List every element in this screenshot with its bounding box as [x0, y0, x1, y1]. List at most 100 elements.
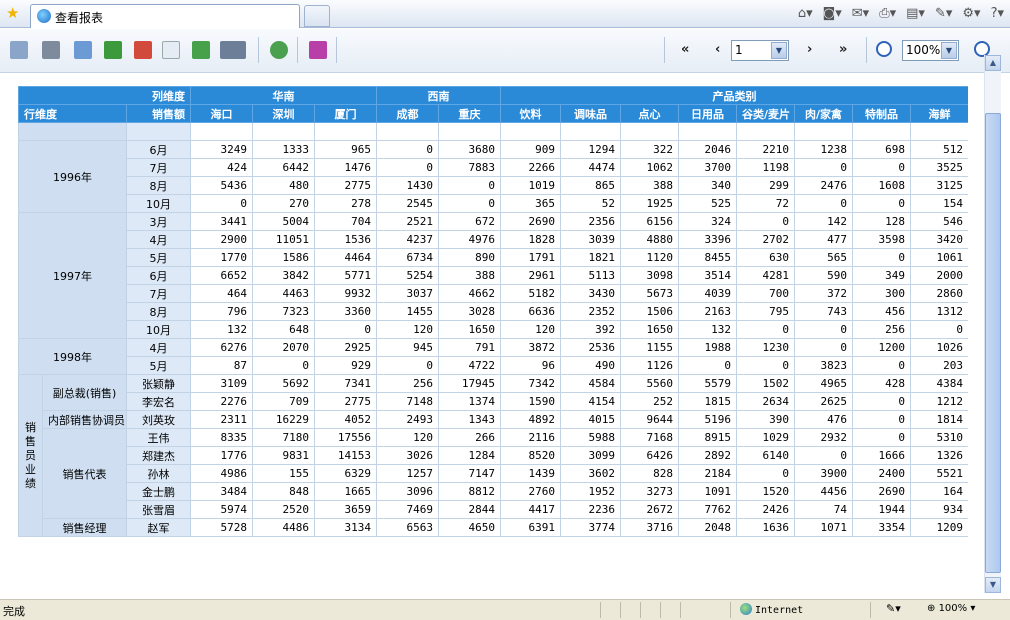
data-cell: 4464	[314, 248, 378, 267]
first-page-button[interactable]: «	[681, 42, 689, 57]
page-select[interactable]: 1 ▼	[731, 40, 789, 61]
data-cell: 1925	[620, 194, 680, 213]
feeds-icon[interactable]: ◙▾	[823, 6, 842, 21]
export-excel-icon[interactable]	[104, 41, 122, 59]
table-row-partial	[18, 122, 968, 141]
data-cell: 3096	[376, 482, 440, 501]
report-scroll-area[interactable]: 列维度 华南 西南 产品类别 行维度 销售额 海口 深圳 厦门 成都 重庆 饮料 调味品 点心 日用品 谷类/…	[18, 86, 968, 599]
refresh-icon[interactable]	[270, 41, 288, 59]
status-zoom-value: 100%	[938, 603, 968, 614]
data-cell: 8455	[678, 248, 738, 267]
group-header: 西南	[376, 86, 502, 105]
data-cell: 5692	[252, 374, 316, 393]
prev-page-button[interactable]: ‹	[715, 42, 720, 57]
new-tab-button[interactable]	[304, 5, 330, 27]
protected-mode-icon[interactable]: ✎▾	[886, 602, 901, 615]
data-cell: 3872	[500, 338, 562, 357]
vertical-scrollbar[interactable]: ▲ ▼	[984, 55, 1001, 593]
data-cell: 795	[736, 302, 796, 321]
export-pdf-icon[interactable]	[134, 41, 152, 59]
table-row: 销售经理 赵军 5728 4486 3134 6563 4650 6391 3774 3716 20…	[19, 518, 968, 537]
scroll-down-icon[interactable]: ▼	[985, 577, 1001, 593]
data-cell	[190, 122, 254, 141]
data-cell: 476	[794, 410, 854, 429]
data-cell: 2690	[852, 482, 912, 501]
scroll-thumb[interactable]	[985, 113, 1001, 573]
print-icon[interactable]: ⎙▾	[879, 6, 896, 21]
data-cell: 3028	[438, 302, 502, 321]
export-word-icon[interactable]	[74, 41, 92, 59]
mail-icon[interactable]: ✉▾	[852, 6, 869, 21]
data-cell: 2925	[314, 338, 378, 357]
data-cell: 1198	[736, 158, 796, 177]
column-header: 成都	[376, 104, 440, 123]
export-text-icon[interactable]	[162, 41, 180, 59]
month-label: 10月	[125, 194, 192, 213]
data-cell: 340	[678, 176, 738, 195]
data-cell: 4154	[560, 392, 622, 411]
report-table: 列维度 华南 西南 产品类别 行维度 销售额 海口 深圳 厦门 成都 重庆 饮料 调味品 点心 日用品 谷类/…	[18, 86, 968, 537]
scroll-up-icon[interactable]: ▲	[985, 55, 1001, 71]
data-cell: 1126	[620, 356, 680, 375]
data-cell: 3037	[376, 284, 440, 303]
data-cell: 1770	[190, 248, 254, 267]
data-cell: 2860	[910, 284, 968, 303]
tab-report-viewer[interactable]: 查看报表	[30, 4, 300, 28]
safety-icon[interactable]: ✎▾	[935, 6, 952, 21]
home-icon[interactable]: ⌂▾	[798, 6, 813, 21]
zoom-select[interactable]: 100% ▼	[902, 40, 959, 61]
data-cell: 3098	[620, 266, 680, 285]
data-cell: 0	[376, 140, 440, 159]
data-cell: 5974	[190, 500, 254, 519]
column-header: 重庆	[438, 104, 502, 123]
data-cell: 1326	[910, 446, 968, 465]
employee-label: 金士鹏	[125, 482, 192, 501]
data-cell: 256	[376, 374, 440, 393]
tools-icon[interactable]: ⚙▾	[962, 6, 980, 21]
display-dropdown-icon[interactable]	[220, 41, 246, 59]
data-cell: 428	[852, 374, 912, 393]
favorites-star-icon[interactable]: ★	[6, 5, 19, 21]
rss-icon[interactable]	[309, 41, 327, 59]
data-cell: 132	[678, 320, 738, 339]
page-icon[interactable]: ▤▾	[906, 6, 925, 21]
zoom-out-icon[interactable]	[876, 41, 892, 57]
column-header: 深圳	[252, 104, 316, 123]
tab-title: 查看报表	[55, 11, 104, 25]
data-cell: 3774	[560, 518, 622, 537]
month-label: 10月	[125, 320, 192, 339]
data-cell: 3430	[560, 284, 622, 303]
data-cell: 0	[376, 158, 440, 177]
data-cell: 1520	[736, 482, 796, 501]
next-page-button[interactable]: ›	[807, 42, 812, 57]
data-cell: 1238	[794, 140, 854, 159]
status-zoom[interactable]: ⊕ 100% ▾	[927, 603, 975, 614]
data-cell: 270	[252, 194, 316, 213]
data-cell: 1120	[620, 248, 680, 267]
data-cell: 6734	[376, 248, 440, 267]
month-label: 5月	[125, 248, 192, 267]
data-cell: 3484	[190, 482, 254, 501]
column-header-row: 行维度 销售额 海口 深圳 厦门 成都 重庆 饮料 调味品 点心 日用品 谷类/麦片 肉/家禽 特制品 海鲜	[18, 104, 968, 123]
last-page-button[interactable]: »	[839, 42, 847, 57]
export-csv-icon[interactable]	[192, 41, 210, 59]
data-cell: 2000	[910, 266, 968, 285]
data-cell: 4463	[252, 284, 316, 303]
print-icon[interactable]	[42, 41, 60, 59]
data-cell: 0	[190, 194, 254, 213]
data-cell: 9932	[314, 284, 378, 303]
data-cell: 2236	[560, 500, 622, 519]
data-cell: 2116	[500, 428, 562, 447]
help-icon[interactable]: ?▾	[991, 6, 1004, 21]
data-cell: 477	[794, 230, 854, 249]
search-icon[interactable]	[10, 41, 28, 59]
data-cell: 7147	[438, 464, 502, 483]
chevron-down-icon[interactable]: ▼	[941, 42, 957, 59]
data-cell: 3525	[910, 158, 968, 177]
table-row: 8月 796 7323 3360 1455 3028 6636 2352 1506 2163 795…	[19, 302, 968, 321]
data-cell: 512	[910, 140, 968, 159]
chevron-down-icon[interactable]: ▼	[771, 42, 787, 59]
data-cell: 3659	[314, 500, 378, 519]
data-cell: 2775	[314, 176, 378, 195]
group-header-row: 列维度 华南 西南 产品类别	[18, 86, 968, 105]
